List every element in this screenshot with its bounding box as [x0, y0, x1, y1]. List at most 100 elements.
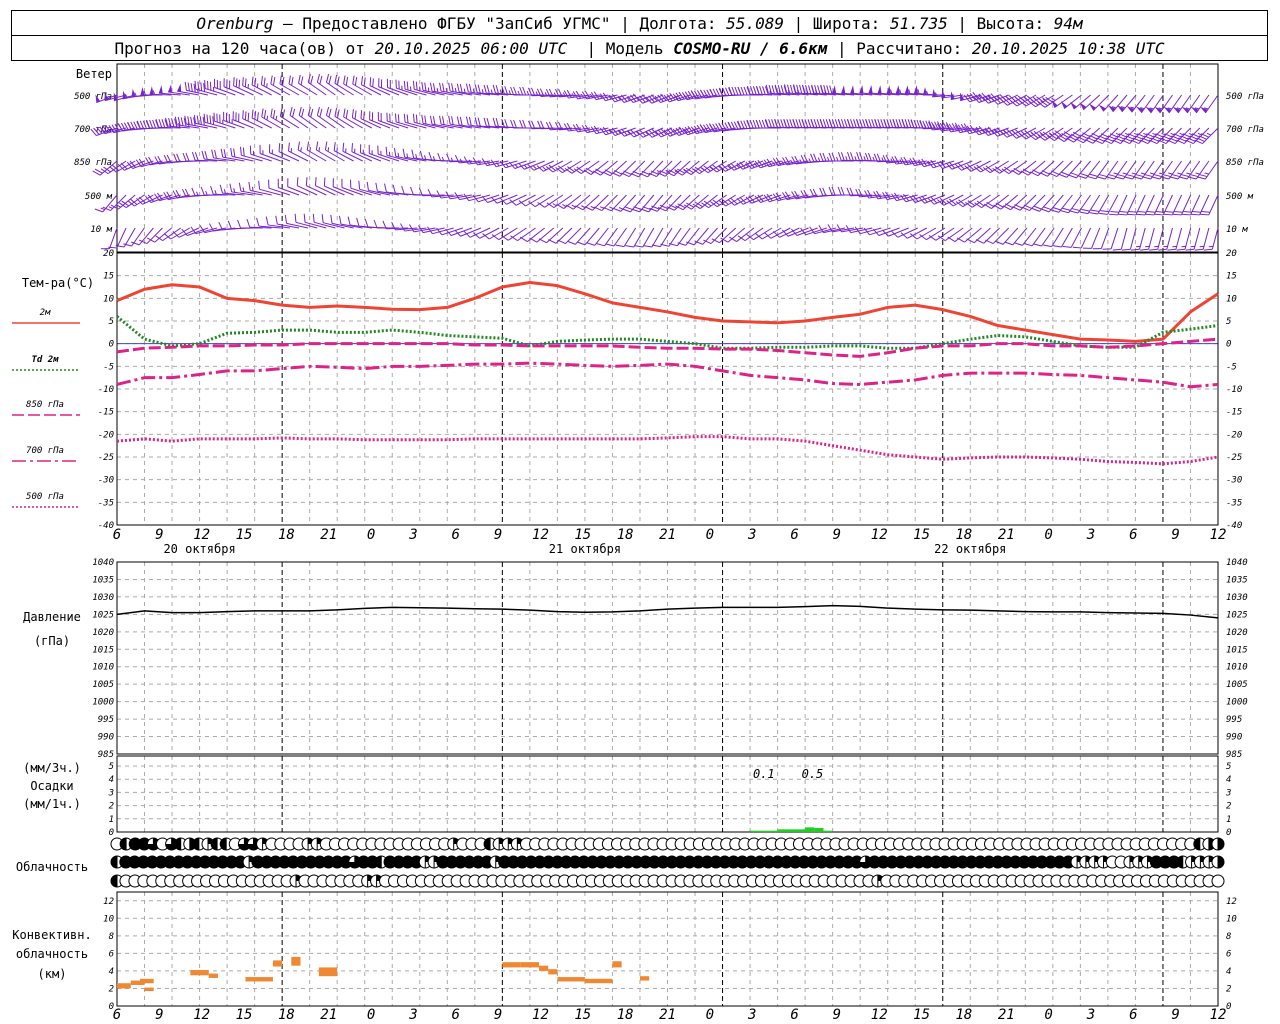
precipitation-bar	[814, 828, 824, 832]
wind-barb-staff	[1008, 160, 1028, 175]
wind-barb-feather	[819, 152, 824, 162]
wind-barb-feather	[877, 119, 882, 128]
wind-barb-staff	[989, 160, 1009, 174]
wind-barb-feather	[439, 82, 442, 92]
wind-barb-feather	[258, 180, 261, 190]
wind-barb-feather	[223, 149, 227, 158]
wind-barb-feather	[429, 115, 433, 125]
cloud-cover-symbol	[1211, 874, 1225, 888]
wind-barb-feather	[871, 119, 875, 128]
wind-barb-staff	[232, 119, 254, 129]
wind-barb-feather	[377, 111, 379, 121]
wind-barb-half	[205, 190, 208, 196]
wind-barb-feather	[709, 166, 718, 173]
wind-barb-feather	[492, 117, 496, 127]
time-tick-convective: 6	[113, 1007, 121, 1023]
wind-barb-feather	[810, 153, 815, 162]
wind-barb-feather	[789, 84, 794, 94]
wind-barb-staff	[116, 227, 127, 249]
wind-barb	[711, 227, 737, 244]
time-tick-convective: 0	[367, 1007, 375, 1023]
time-tick-temperature: 3	[747, 527, 756, 543]
temperature-legend-label: 700 гПа	[26, 446, 64, 456]
wind-barb-feather	[191, 151, 196, 161]
wind-barb-feather	[813, 119, 818, 128]
wind-barb	[1185, 127, 1210, 145]
time-tick-temperature: 3	[408, 527, 417, 543]
wind-barb-staff	[280, 115, 300, 129]
wind-barb-staff	[261, 116, 282, 129]
temperature-tick-right: -40	[1226, 521, 1242, 531]
wind-barb-staff	[546, 227, 564, 244]
wind-barb	[386, 112, 409, 129]
wind-barb-feather	[813, 153, 818, 162]
wind-barb	[648, 160, 673, 178]
time-tick-temperature: 6	[790, 527, 798, 543]
wind-barb-feather	[819, 187, 824, 196]
wind-barb-staff	[326, 81, 345, 96]
convective-bar	[117, 983, 131, 989]
wind-barb-staff	[1047, 160, 1064, 177]
precipitation-bar	[750, 830, 778, 832]
pressure-tick-left: 985	[98, 750, 114, 760]
wind-barb-staff	[642, 227, 655, 248]
time-tick-temperature: 6	[452, 527, 460, 543]
time-tick-temperature: 12	[1210, 527, 1227, 543]
wind-barb-feather	[1167, 248, 1176, 251]
wind-barb-staff	[991, 194, 1010, 209]
wind-barb	[181, 227, 209, 236]
wind-barb-staff	[269, 152, 291, 162]
wind-barb-feather	[277, 178, 279, 188]
wind-barb-feather	[377, 145, 379, 155]
wind-barb-feather	[204, 150, 208, 160]
wind-barb-feather	[398, 80, 400, 90]
wind-barb-staff	[1083, 127, 1101, 144]
convective-tick-left: 8	[109, 932, 114, 942]
wind-barb	[419, 150, 445, 162]
temperature-tick-right: -10	[1226, 385, 1242, 395]
wind-barb-feather	[214, 149, 217, 159]
wind-barb-feather	[856, 118, 860, 128]
wind-barb-staff	[544, 194, 564, 208]
wind-barb-feather	[393, 147, 397, 157]
wind-barb-staff	[287, 186, 309, 196]
wind-barb-feather	[180, 117, 184, 126]
wind-barb-feather	[822, 187, 827, 196]
precipitation-bar	[805, 827, 815, 832]
wind-barb-feather	[801, 118, 806, 128]
wind-level-right: 500 м	[1226, 192, 1254, 202]
wind-barb-staff	[964, 227, 982, 243]
wind-barb-feather	[901, 118, 906, 128]
wind-barb-feather	[740, 120, 745, 129]
wind-barb-flag	[895, 85, 900, 94]
wind-barb-feather	[711, 238, 720, 244]
wind-barb-half	[552, 203, 557, 207]
wind-barb-staff	[460, 227, 482, 237]
wind-barb-feather	[400, 223, 406, 232]
wind-barb-feather	[761, 119, 766, 129]
time-tick-temperature: 21	[998, 527, 1015, 543]
wind-barb-feather	[223, 78, 225, 87]
wind-barb-feather	[548, 239, 557, 244]
wind-barb-staff	[205, 88, 227, 96]
convective-bar	[520, 962, 540, 968]
wind-barb-feather	[831, 152, 836, 162]
convective-bar	[557, 977, 585, 982]
wind-barb	[791, 227, 818, 236]
wind-barb-feather	[492, 84, 496, 94]
wind-barb-feather	[275, 215, 278, 225]
wind-barb-flag	[877, 85, 882, 94]
wind-barb-half	[790, 159, 794, 165]
pressure-tick-left: 1035	[92, 575, 114, 585]
wind-barb	[1052, 227, 1073, 248]
wind-barb	[378, 78, 400, 96]
wind-barb-staff	[633, 227, 646, 248]
wind-barb-staff	[1080, 227, 1092, 249]
day-label: 20 октября	[163, 542, 235, 556]
wind-barb-feather	[837, 151, 842, 161]
wind-barb-feather	[268, 179, 270, 189]
convective-bar	[139, 978, 154, 984]
wind-barb-feather	[850, 152, 854, 161]
wind-barb-staff	[138, 227, 154, 246]
cloud-cover-half	[111, 856, 117, 868]
